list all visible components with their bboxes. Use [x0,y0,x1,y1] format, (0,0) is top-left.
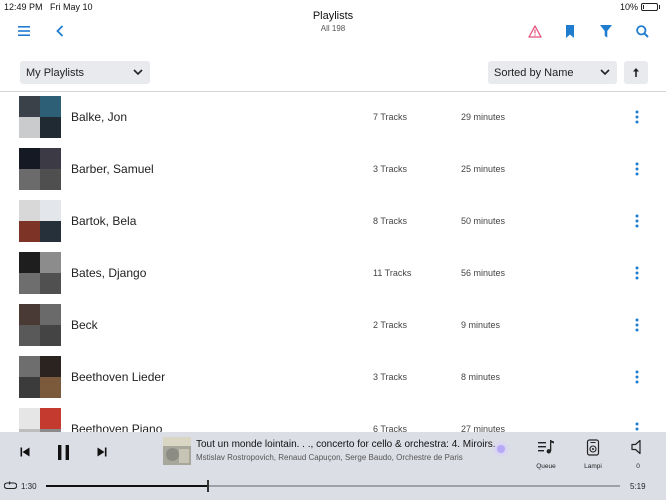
more-vertical-icon [635,370,639,384]
playlist-row[interactable]: Balke, Jon 7 Tracks 29 minutes [0,92,666,144]
track-count: 3 Tracks [373,164,408,174]
playlist-duration: 9 minutes [461,320,501,330]
now-playing-album-art[interactable] [163,437,191,465]
playlist-duration: 27 minutes [461,424,506,432]
warning-icon [528,24,542,38]
playlist-name: Beethoven Lieder [71,370,166,384]
arrow-up-icon [633,68,639,77]
sort-select[interactable]: Sorted by Name [488,61,617,84]
filter-icon [600,24,612,37]
search-icon [635,24,649,38]
back-chevron-icon [56,25,64,37]
total-time: 5:19 [630,482,646,491]
playlist-row[interactable]: Beethoven Piano 6 Tracks 27 minutes [0,404,666,432]
bookmark-icon [566,24,574,38]
track-count: 11 Tracks [373,268,412,278]
more-options-button[interactable] [628,366,646,388]
progress-fill [46,485,208,487]
playlist-duration: 56 minutes [461,268,506,278]
more-vertical-icon [635,266,639,280]
filter-button[interactable] [594,20,618,42]
zone-button[interactable]: Lampi [577,437,609,471]
nav-bar: Playlists All 198 [0,8,666,50]
queue-label: Queue [536,463,556,470]
playlist-source-select[interactable]: My Playlists [20,61,150,84]
playlist-duration: 8 minutes [461,372,501,382]
queue-button[interactable]: Queue [530,437,562,471]
activity-indicator [497,445,505,453]
playlist-name: Bates, Django [71,266,147,280]
track-count: 8 Tracks [373,216,408,226]
zone-label: Lampi [584,463,602,470]
more-vertical-icon [635,214,639,228]
playlist-row[interactable]: Barber, Samuel 3 Tracks 25 minutes [0,144,666,196]
pause-button[interactable] [52,440,74,464]
playlist-source-value: My Playlists [26,66,85,79]
track-count: 6 Tracks [373,424,408,432]
track-count: 2 Tracks [373,320,408,330]
more-options-button[interactable] [628,210,646,232]
elapsed-time: 1:30 [21,482,37,491]
sort-value: Sorted by Name [494,66,574,79]
album-art-thumbnail [19,148,61,190]
more-options-button[interactable] [628,418,646,432]
album-art-thumbnail [19,356,61,398]
now-playing-title: Tout un monde lointain. . ., concerto fo… [196,439,496,450]
progress-slider[interactable] [46,480,620,492]
playlist-name: Barber, Samuel [71,162,154,176]
volume-button[interactable]: 0 [622,437,654,471]
playlist-duration: 50 minutes [461,216,506,226]
pause-icon [57,444,69,460]
more-options-button[interactable] [628,314,646,336]
bookmark-button[interactable] [558,20,582,42]
previous-track-button[interactable] [16,442,34,462]
playlist-row[interactable]: Beck 2 Tracks 9 minutes [0,300,666,352]
playlist-name: Bartok, Bela [71,214,137,228]
playlist-name: Beck [71,318,98,332]
playlist-duration: 29 minutes [461,112,506,122]
sort-direction-button[interactable] [624,61,648,84]
queue-icon [538,440,554,454]
more-options-button[interactable] [628,158,646,180]
album-art-thumbnail [19,252,61,294]
volume-icon [631,439,641,455]
chevron-down-icon [600,69,610,76]
volume-label: 0 [636,463,640,470]
playlist-list: Balke, Jon 7 Tracks 29 minutes Barber, S… [0,92,666,432]
album-art-thumbnail [19,408,61,432]
track-count: 7 Tracks [373,112,408,122]
album-art-thumbnail [19,96,61,138]
warning-button[interactable] [523,20,547,42]
repeat-icon[interactable] [4,481,17,491]
speaker-device-icon [586,439,600,456]
playlist-duration: 25 minutes [461,164,506,174]
menu-button[interactable] [12,20,36,42]
menu-icon [18,26,30,36]
more-vertical-icon [635,422,639,431]
album-art-thumbnail [19,304,61,346]
playlist-name: Balke, Jon [71,110,128,124]
playlist-name: Beethoven Piano [71,422,163,432]
skip-previous-icon [20,447,30,457]
skip-next-icon [97,447,107,457]
search-button[interactable] [630,20,654,42]
more-vertical-icon [635,318,639,332]
now-playing-artist: Mstislav Rostropovich, Renaud Capuçon, S… [196,453,463,462]
back-button[interactable] [48,20,72,42]
track-count: 3 Tracks [373,372,408,382]
now-playing-bar: Tout un monde lointain. . ., concerto fo… [0,432,666,500]
playlist-row[interactable]: Beethoven Lieder 3 Tracks 8 minutes [0,352,666,404]
more-vertical-icon [635,110,639,124]
next-track-button[interactable] [93,442,111,462]
album-art-thumbnail [19,200,61,242]
more-options-button[interactable] [628,106,646,128]
more-options-button[interactable] [628,262,646,284]
progress-handle[interactable] [206,480,209,492]
playlist-row[interactable]: Bates, Django 11 Tracks 56 minutes [0,248,666,300]
more-vertical-icon [635,162,639,176]
playlist-row[interactable]: Bartok, Bela 8 Tracks 50 minutes [0,196,666,248]
chevron-down-icon [133,69,143,76]
